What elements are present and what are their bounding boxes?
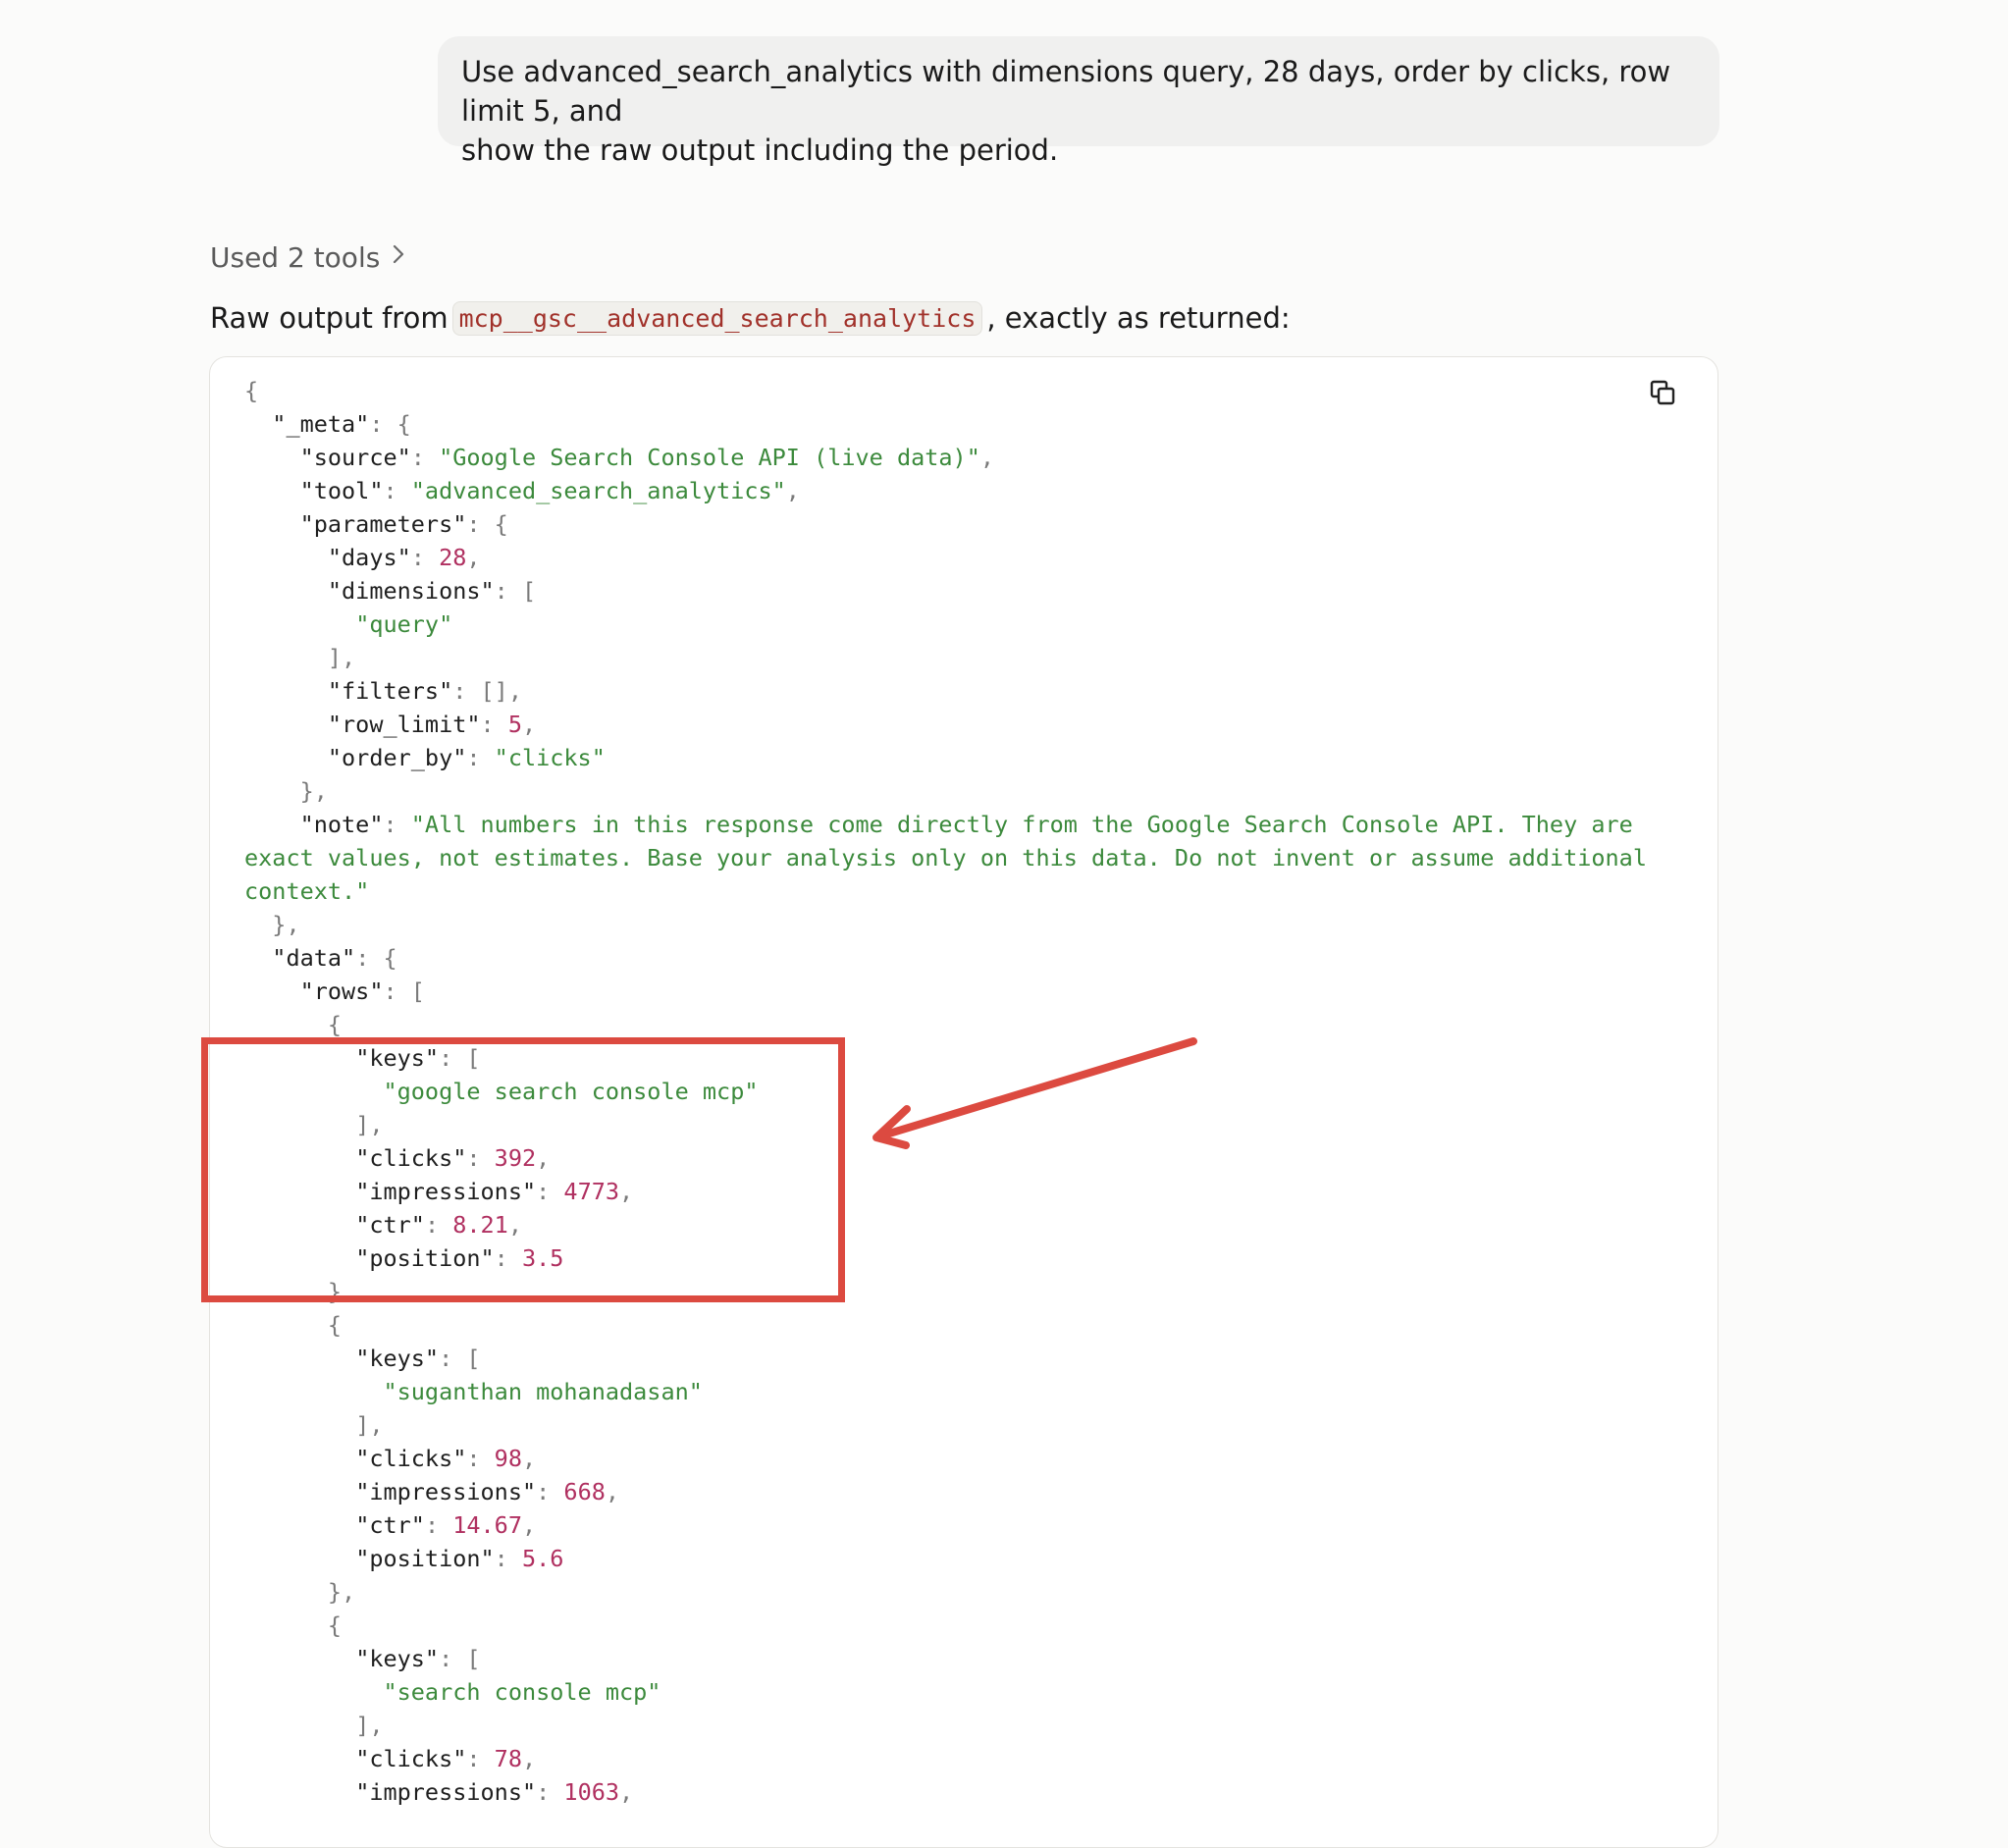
response-intro: Raw output from mcp__gsc__advanced_searc… <box>210 297 1291 339</box>
param-order-by: "clicks" <box>494 744 606 771</box>
param-filters: [] <box>480 677 508 705</box>
row-2-key: "suganthan mohanadasan" <box>383 1378 703 1405</box>
meta-tool: "advanced_search_analytics" <box>410 477 786 504</box>
row-2-ctr: 14.67 <box>452 1511 522 1539</box>
row-1-clicks: 392 <box>494 1144 537 1172</box>
row-1-impressions: 4773 <box>563 1178 620 1205</box>
row-2-impressions: 668 <box>563 1478 606 1505</box>
param-row-limit: 5 <box>507 711 522 738</box>
used-tools-label: Used 2 tools <box>210 240 381 274</box>
used-tools-toggle[interactable]: Used 2 tools <box>210 238 405 277</box>
user-message-line-1: Use advanced_search_analytics with dimen… <box>461 55 1671 128</box>
user-message-bubble: Use advanced_search_analytics with dimen… <box>438 36 1719 167</box>
json-output: { "_meta": { "source": "Google Search Co… <box>244 377 1662 1806</box>
user-message-line-2: show the raw output including the period… <box>461 133 1059 167</box>
row-3-clicks: 78 <box>494 1745 522 1772</box>
row-1-position: 3.5 <box>521 1244 564 1272</box>
row-3-impressions: 1063 <box>563 1778 620 1806</box>
meta-note: "All numbers in this response come direc… <box>244 811 1662 905</box>
row-3-key: "search console mcp" <box>383 1678 661 1706</box>
row-1-ctr: 8.21 <box>452 1211 508 1239</box>
code-block: { "_meta": { "source": "Google Search Co… <box>209 356 1718 1848</box>
row-1-key: "google search console mcp" <box>383 1078 759 1105</box>
row-2-position: 5.6 <box>521 1545 564 1572</box>
intro-prefix: Raw output from <box>210 301 449 335</box>
row-2-clicks: 98 <box>494 1445 522 1472</box>
meta-source: "Google Search Console API (live data)" <box>439 444 980 471</box>
tool-name-code: mcp__gsc__advanced_search_analytics <box>451 300 983 336</box>
param-dimension: "query" <box>355 610 453 638</box>
chevron-right-icon <box>392 242 405 272</box>
intro-suffix: , exactly as returned: <box>986 301 1291 335</box>
param-days: 28 <box>439 544 467 571</box>
